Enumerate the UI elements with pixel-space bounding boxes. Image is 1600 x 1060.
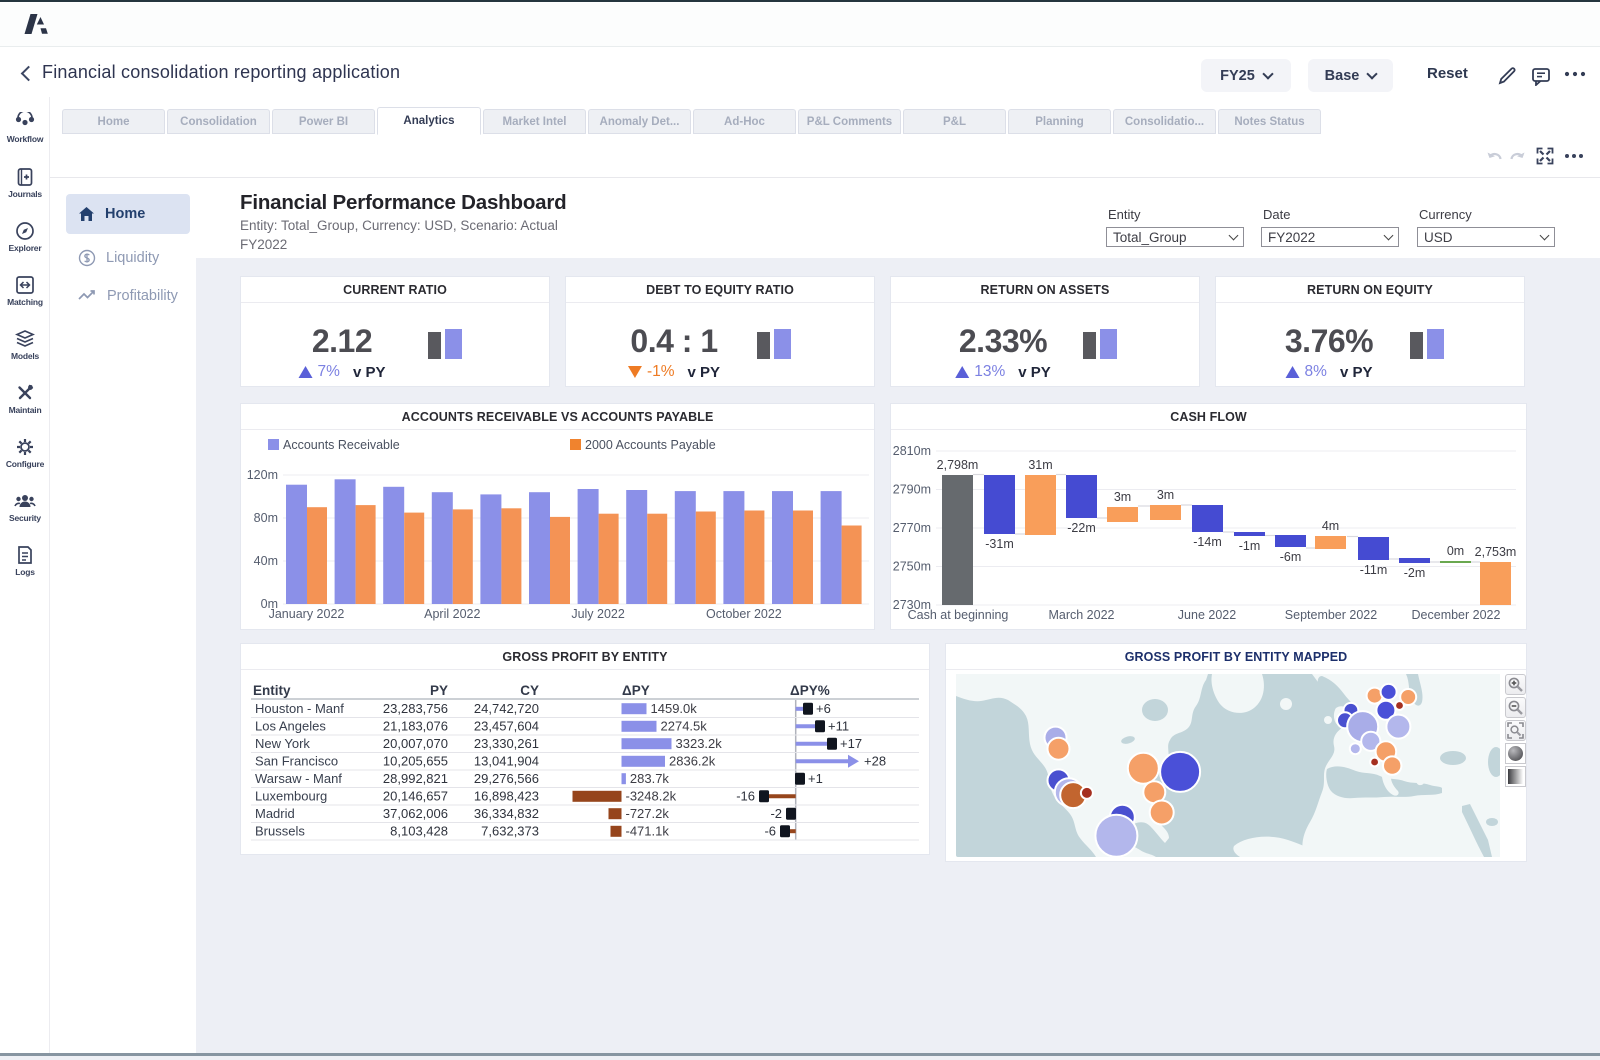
svg-text:0m: 0m: [1447, 544, 1464, 558]
svg-text:PY: PY: [430, 683, 448, 698]
svg-text:-11m: -11m: [1360, 563, 1388, 577]
svg-text:June 2022: June 2022: [1178, 608, 1236, 622]
svg-text:36,334,832: 36,334,832: [474, 806, 539, 821]
svg-text:July 2022: July 2022: [571, 607, 625, 621]
svg-text:-727.2k: -727.2k: [626, 806, 670, 821]
svg-text:-31m: -31m: [985, 537, 1013, 551]
svg-text:283.7k: 283.7k: [630, 771, 670, 786]
svg-text:40m: 40m: [254, 554, 278, 568]
svg-text:20,007,070: 20,007,070: [383, 736, 448, 751]
svg-text:2274.5k: 2274.5k: [661, 718, 708, 733]
svg-text:-2: -2: [770, 806, 782, 821]
svg-text:16,898,423: 16,898,423: [474, 788, 539, 803]
svg-text:29,276,566: 29,276,566: [474, 771, 539, 786]
svg-text:2770m: 2770m: [893, 521, 931, 535]
svg-text:Madrid: Madrid: [255, 806, 295, 821]
svg-text:2790m: 2790m: [893, 483, 931, 497]
svg-text:20,146,657: 20,146,657: [383, 788, 448, 803]
svg-text:+6: +6: [816, 701, 831, 716]
svg-text:Entity: Entity: [253, 683, 291, 698]
svg-text:2,798m: 2,798m: [937, 458, 979, 472]
svg-text:October 2022: October 2022: [706, 607, 782, 621]
svg-text:+11: +11: [828, 718, 849, 733]
svg-text:+28: +28: [864, 753, 886, 768]
svg-text:3m: 3m: [1157, 488, 1174, 502]
svg-text:24,742,720: 24,742,720: [474, 701, 539, 716]
svg-text:3m: 3m: [1114, 490, 1131, 504]
svg-text:120m: 120m: [247, 468, 278, 482]
svg-text:2836.2k: 2836.2k: [669, 753, 716, 768]
svg-text:-6m: -6m: [1280, 550, 1302, 564]
svg-text:-22m: -22m: [1067, 521, 1095, 535]
svg-text:23,283,756: 23,283,756: [383, 701, 448, 716]
svg-text:23,457,604: 23,457,604: [474, 718, 539, 733]
svg-text:CY: CY: [520, 683, 539, 698]
svg-text:-471.1k: -471.1k: [626, 823, 670, 838]
svg-text:Luxembourg: Luxembourg: [255, 788, 327, 803]
svg-text:San Francisco: San Francisco: [255, 753, 338, 768]
svg-text:80m: 80m: [254, 511, 278, 525]
svg-text:-14m: -14m: [1193, 535, 1221, 549]
svg-text:10,205,655: 10,205,655: [383, 753, 448, 768]
svg-text:Warsaw - Manf: Warsaw - Manf: [255, 771, 342, 786]
svg-text:-6: -6: [764, 823, 776, 838]
svg-text:8,103,428: 8,103,428: [390, 823, 448, 838]
svg-text:2,753m: 2,753m: [1475, 545, 1517, 559]
svg-text:28,992,821: 28,992,821: [383, 771, 448, 786]
svg-text:Accounts Receivable: Accounts Receivable: [283, 438, 400, 452]
svg-text:Houston - Manf: Houston - Manf: [255, 701, 344, 716]
svg-text:13,041,904: 13,041,904: [474, 753, 539, 768]
svg-text:2000 Accounts Payable: 2000 Accounts Payable: [585, 438, 716, 452]
svg-text:1459.0k: 1459.0k: [651, 701, 698, 716]
svg-text:Los Angeles: Los Angeles: [255, 718, 326, 733]
svg-text:March 2022: March 2022: [1048, 608, 1114, 622]
svg-text:3323.2k: 3323.2k: [676, 736, 723, 751]
svg-text:ΔPY: ΔPY: [622, 683, 650, 698]
svg-text:Brussels: Brussels: [255, 823, 305, 838]
svg-text:-3248.2k: -3248.2k: [626, 788, 677, 803]
svg-text:2750m: 2750m: [893, 560, 931, 574]
svg-text:-16: -16: [736, 788, 755, 803]
svg-text:+17: +17: [840, 736, 862, 751]
svg-text:23,330,261: 23,330,261: [474, 736, 539, 751]
svg-text:January 2022: January 2022: [269, 607, 345, 621]
svg-text:New York: New York: [255, 736, 310, 751]
svg-text:ΔPY%: ΔPY%: [790, 683, 830, 698]
svg-text:+1: +1: [808, 771, 823, 786]
svg-text:-1m: -1m: [1239, 539, 1261, 553]
svg-text:4m: 4m: [1322, 519, 1339, 533]
svg-text:Cash at beginning: Cash at beginning: [908, 608, 1009, 622]
svg-text:April 2022: April 2022: [424, 607, 480, 621]
svg-text:7,632,373: 7,632,373: [481, 823, 539, 838]
svg-text:December 2022: December 2022: [1412, 608, 1501, 622]
svg-text:37,062,006: 37,062,006: [383, 806, 448, 821]
svg-text:-2m: -2m: [1404, 566, 1426, 580]
svg-text:21,183,076: 21,183,076: [383, 718, 448, 733]
svg-text:September 2022: September 2022: [1285, 608, 1377, 622]
svg-text:2810m: 2810m: [893, 444, 931, 458]
svg-text:31m: 31m: [1028, 458, 1052, 472]
